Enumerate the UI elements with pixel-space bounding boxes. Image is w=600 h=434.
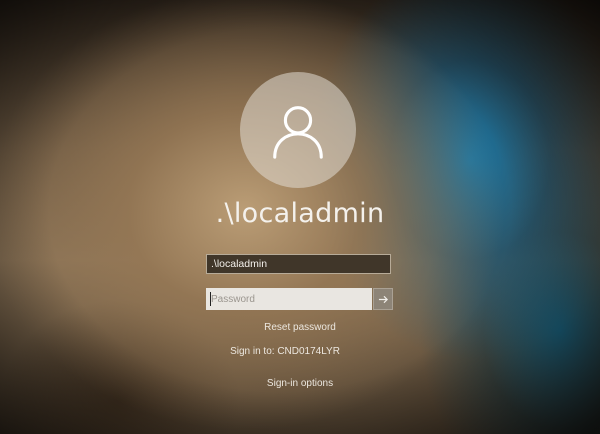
sign-in-to-label: Sign in to: CND0174LYR: [230, 346, 340, 357]
lock-screen: .\localadmin .\localadmin Reset password…: [0, 0, 600, 434]
user-icon: [273, 106, 323, 159]
user-avatar: [240, 72, 356, 188]
sign-in-options-link[interactable]: Sign-in options: [150, 378, 450, 389]
password-row: [206, 288, 393, 310]
arrow-right-icon: [378, 295, 388, 303]
submit-button[interactable]: [373, 288, 393, 310]
password-input[interactable]: [206, 288, 372, 310]
username-field[interactable]: .\localadmin: [206, 254, 391, 274]
text-cursor: [210, 292, 211, 306]
account-name: .\localadmin: [215, 198, 385, 229]
reset-password-link[interactable]: Reset password: [150, 322, 450, 333]
